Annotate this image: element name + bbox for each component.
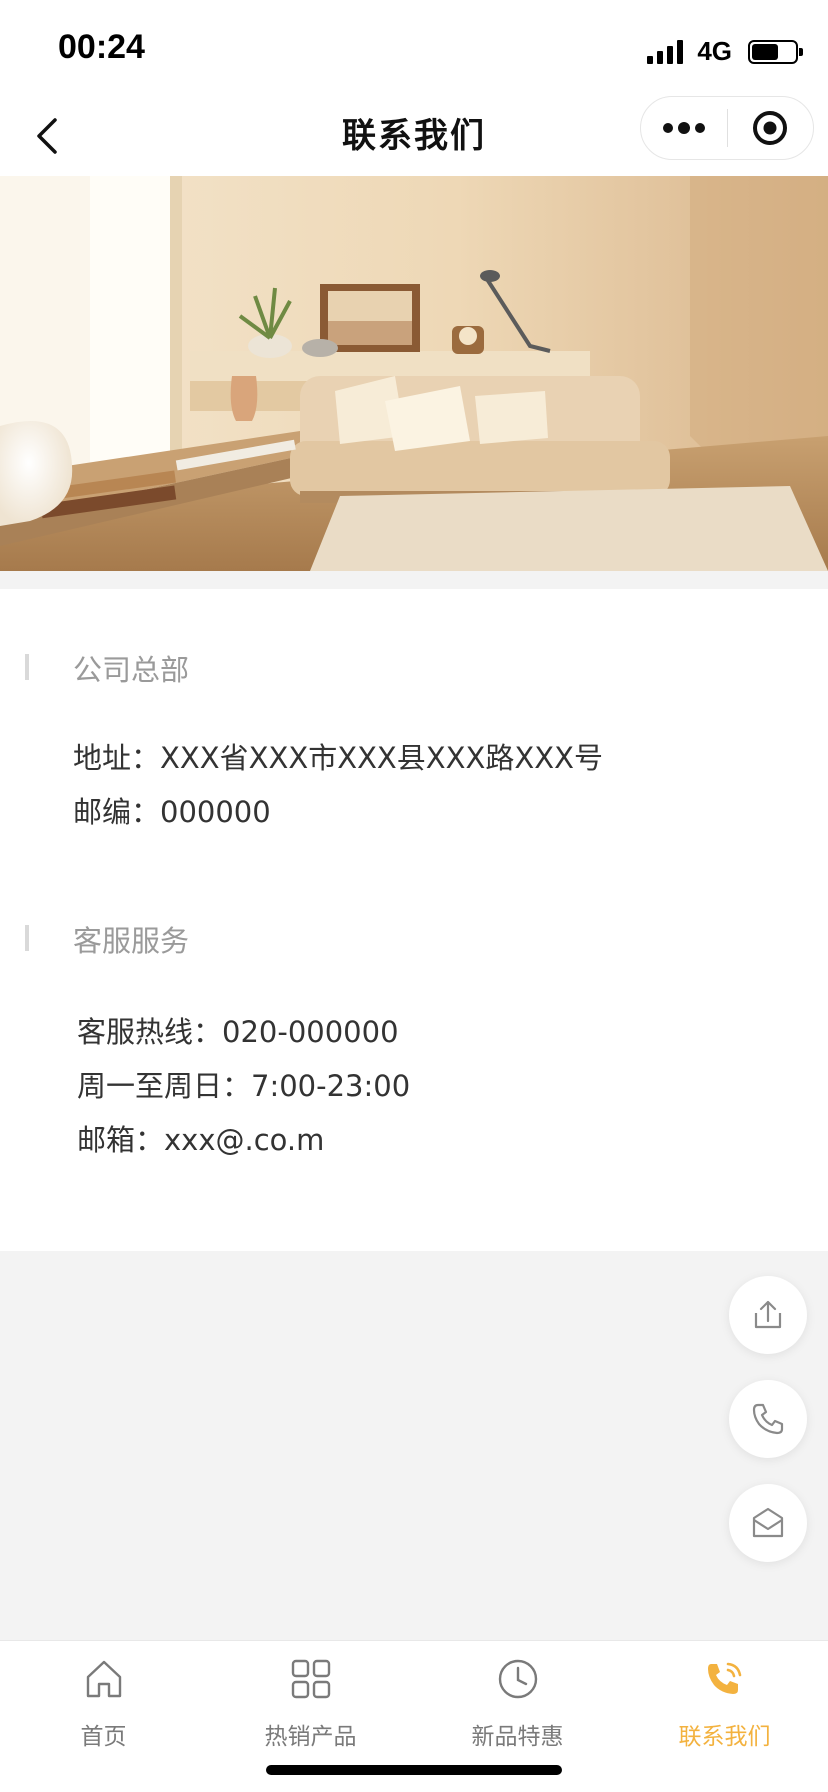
postcode-text: 邮编：000000: [73, 795, 271, 829]
tab-home[interactable]: 首页: [0, 1655, 207, 1755]
tab-new-deals[interactable]: 新品特惠: [414, 1655, 621, 1755]
phone-button[interactable]: [729, 1380, 807, 1458]
close-miniprogram-button[interactable]: [728, 97, 814, 159]
section-marker: [25, 654, 29, 680]
tab-label: 新品特惠: [471, 1724, 564, 1750]
signal-icon: [647, 39, 684, 64]
mini-program-capsule: [640, 96, 814, 160]
target-circle-icon: [753, 111, 788, 145]
tab-label: 首页: [80, 1724, 127, 1750]
mail-icon: [752, 1507, 784, 1538]
more-button[interactable]: [641, 97, 727, 159]
tab-label: 热销产品: [264, 1724, 357, 1750]
divider-strip: [0, 571, 828, 589]
share-button[interactable]: [729, 1276, 807, 1354]
battery-icon: [748, 39, 803, 64]
nav-bar: 联系我们: [0, 96, 828, 176]
network-label: 4G: [697, 36, 732, 66]
phone-icon: [752, 1403, 784, 1435]
status-time: 00:24: [58, 28, 145, 66]
status-bar: 00:24 4G: [0, 0, 828, 96]
grid-icon: [287, 1655, 335, 1703]
message-button[interactable]: [729, 1484, 807, 1562]
section-marker: [25, 925, 29, 951]
home-indicator: [266, 1765, 562, 1775]
hours-text: 周一至周日：7:00-23:00: [77, 1069, 411, 1103]
status-indicators: 4G: [647, 36, 803, 67]
home-icon: [80, 1655, 128, 1703]
service-title: 客服服务: [73, 924, 190, 958]
hero-banner: [0, 176, 828, 571]
more-dots-icon: [662, 122, 705, 134]
phone-call-icon: [701, 1655, 749, 1703]
address-text: 地址：XXX省XXX市XXX县XXX路XXX号: [73, 741, 604, 775]
headquarters-title: 公司总部: [73, 653, 190, 687]
hotline-text[interactable]: 客服热线：020-000000: [77, 1009, 399, 1051]
living-room-image: [0, 176, 828, 571]
tab-hot-products[interactable]: 热销产品: [207, 1655, 414, 1755]
tab-label: 联系我们: [678, 1724, 771, 1750]
contact-content: 公司总部 地址：XXX省XXX市XXX县XXX路XXX号 邮编：000000 客…: [0, 589, 828, 1251]
tab-contact-us[interactable]: 联系我们: [621, 1655, 828, 1755]
share-icon: [754, 1300, 782, 1329]
email-text[interactable]: 邮箱：xxx@.co.m: [77, 1117, 324, 1159]
clock-icon: [494, 1655, 542, 1703]
